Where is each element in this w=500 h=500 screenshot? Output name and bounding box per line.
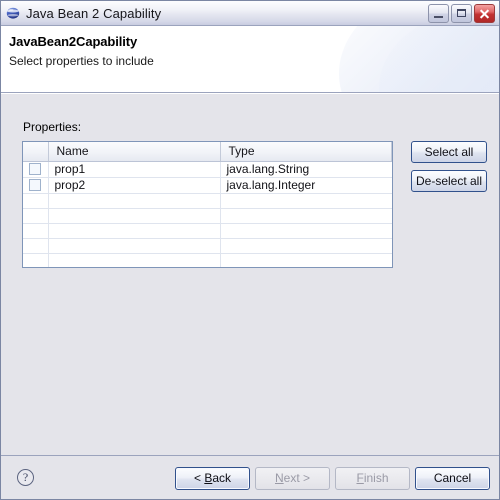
checkbox-unchecked-icon[interactable] [29,162,42,175]
row-checkbox-cell[interactable] [23,161,49,178]
close-icon [475,5,494,22]
table-row[interactable]: prop2 java.lang.Integer [23,177,392,194]
empty-cell [23,223,49,239]
maximize-button[interactable] [451,3,472,23]
back-button[interactable]: < Back [175,467,250,490]
table-empty-row [23,208,392,224]
table-empty-row [23,223,392,239]
java-bean-globe-icon [6,6,20,20]
window-controls [428,3,497,23]
empty-cell [48,208,221,224]
row-type-cell: java.lang.String [220,161,392,178]
help-icon[interactable]: ? [17,469,34,486]
column-header-checkbox[interactable] [23,142,48,162]
empty-cell [220,238,392,254]
row-name-cell: prop1 [48,161,221,178]
table-empty-row [23,238,392,254]
table-empty-row [23,253,392,267]
deselect-all-button[interactable]: De-select all [411,170,487,192]
row-checkbox-cell[interactable] [23,177,49,194]
column-header-type[interactable]: Type [219,142,392,162]
empty-cell [23,238,49,254]
properties-table[interactable]: Name Type prop1 java.lang.String prop2 j… [22,141,393,268]
dialog-window: Java Bean 2 Capability JavaBean2Capabili… [0,0,500,500]
table-row[interactable]: prop1 java.lang.String [23,161,392,178]
table-header-row: Name Type [23,142,392,162]
minimize-icon [434,15,443,18]
empty-cell [220,208,392,224]
empty-cell [23,193,49,209]
next-button[interactable]: Next > [255,467,330,490]
checkbox-unchecked-icon[interactable] [29,178,42,191]
window-title: Java Bean 2 Capability [26,5,162,21]
empty-cell [220,253,392,267]
empty-cell [48,238,221,254]
finish-button-label: Finish [356,471,389,485]
empty-cell [48,193,221,209]
column-header-name[interactable]: Name [47,142,220,162]
row-type-cell: java.lang.Integer [220,177,392,194]
column-resize-handle[interactable] [391,142,392,161]
empty-cell [23,253,49,267]
dialog-footer: ? < Back Next > Finish Cancel [1,455,499,499]
cancel-button-label: Cancel [433,471,472,485]
select-all-button[interactable]: Select all [411,141,487,163]
empty-cell [220,223,392,239]
cancel-button[interactable]: Cancel [415,467,490,490]
minimize-button[interactable] [428,3,449,23]
page-subtitle: Select properties to include [9,54,154,68]
empty-cell [48,253,221,267]
next-button-label: Next > [274,471,311,485]
dialog-body: Properties: Name Type prop1 java.lang.St… [1,93,499,455]
close-button[interactable] [474,3,495,23]
title-bar: Java Bean 2 Capability [1,1,499,26]
wizard-header: JavaBean2Capability Select properties to… [1,26,499,93]
empty-cell [23,208,49,224]
table-empty-row [23,193,392,209]
page-title: JavaBean2Capability [9,34,138,49]
properties-label: Properties: [23,120,82,134]
maximize-icon [457,8,466,17]
back-button-label: < Back [193,471,232,485]
empty-cell [48,223,221,239]
row-name-cell: prop2 [48,177,221,194]
finish-button[interactable]: Finish [335,467,410,490]
empty-cell [220,193,392,209]
